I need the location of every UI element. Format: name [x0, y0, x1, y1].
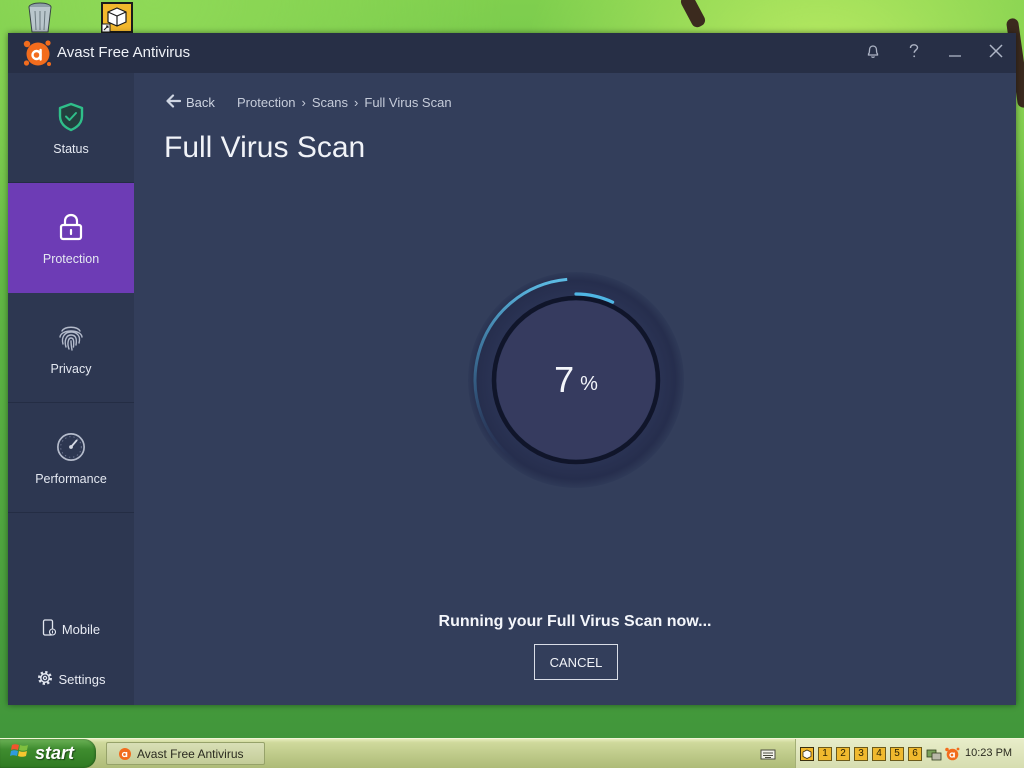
scan-status-text: Running your Full Virus Scan now... — [438, 613, 712, 630]
minimize-icon — [948, 43, 962, 64]
notifications-button[interactable] — [863, 43, 883, 63]
progress-value: 7 — [554, 359, 575, 400]
sidebar-item-privacy[interactable]: Privacy — [8, 293, 134, 403]
sidebar-item-label: Privacy — [50, 362, 92, 376]
avast-window: Avast Free Antivirus Status Protection P… — [8, 33, 1016, 705]
avast-icon — [118, 747, 132, 761]
workspace-4-button[interactable]: 4 — [872, 747, 886, 761]
main-panel: Back Protection › Scans › Full Virus Sca… — [134, 73, 1016, 705]
workspace-6-button[interactable]: 6 — [908, 747, 922, 761]
back-label: Back — [186, 94, 215, 110]
window-title: Avast Free Antivirus — [57, 44, 191, 61]
cancel-button[interactable]: CANCEL — [534, 644, 618, 680]
workspace-3-button[interactable]: 3 — [854, 747, 868, 761]
network-tray-icon[interactable] — [926, 746, 942, 767]
sidebar-item-performance[interactable]: Performance — [8, 403, 134, 513]
help-icon — [907, 43, 921, 64]
breadcrumb-item-scans[interactable]: Scans — [312, 95, 348, 110]
workspace-5-button[interactable]: 5 — [890, 747, 904, 761]
start-label: start — [35, 743, 75, 763]
minimize-button[interactable] — [945, 43, 965, 63]
sidebar: Status Protection Privacy Performance Mo… — [8, 73, 134, 705]
sidebar-item-protection[interactable]: Protection — [8, 183, 134, 293]
gauge-icon — [56, 432, 86, 462]
windows-logo-icon — [10, 742, 30, 765]
avast-tray-icon[interactable] — [944, 746, 960, 767]
keyboard-icon[interactable] — [760, 747, 776, 766]
taskbar-item-label: Avast Free Antivirus — [137, 746, 244, 761]
arrow-left-icon — [165, 93, 182, 112]
gear-icon — [37, 670, 53, 689]
progress-readout: 7 % — [466, 270, 686, 490]
mobile-icon — [42, 618, 56, 640]
taskbar-item-avast[interactable]: Avast Free Antivirus — [106, 742, 265, 765]
lock-icon — [56, 212, 86, 242]
page-title: Full Virus Scan — [164, 131, 366, 164]
breadcrumb-separator: › — [354, 94, 359, 110]
bell-icon — [865, 43, 881, 64]
sidebar-item-label: Performance — [35, 472, 107, 486]
sidebar-item-label: Mobile — [61, 621, 101, 637]
start-button[interactable]: start — [0, 739, 96, 768]
breadcrumb-item-protection[interactable]: Protection — [237, 95, 296, 110]
taskbar: start Avast Free Antivirus 1 2 3 4 5 6 1… — [0, 738, 1024, 768]
sidebar-item-status[interactable]: Status — [8, 73, 134, 183]
sidebar-item-label: Protection — [42, 252, 100, 266]
breadcrumb: Protection › Scans › Full Virus Scan — [237, 93, 452, 111]
progress-unit: % — [580, 372, 598, 395]
breadcrumb-separator: › — [301, 94, 306, 110]
desktop-branch — [678, 0, 708, 30]
package-shortcut-icon[interactable] — [101, 2, 133, 33]
fingerprint-icon — [56, 322, 86, 352]
workspace-2-button[interactable]: 2 — [836, 747, 850, 761]
breadcrumb-item-current: Full Virus Scan — [364, 94, 452, 110]
sidebar-item-label: Settings — [58, 671, 106, 687]
system-tray: 1 2 3 4 5 6 10:23 PM — [795, 739, 1024, 768]
sidebar-item-mobile[interactable]: Mobile — [8, 618, 134, 640]
shield-check-icon — [56, 102, 86, 132]
workspace-1-button[interactable]: 1 — [818, 747, 832, 761]
close-button[interactable] — [986, 43, 1006, 63]
sidebar-item-label: Status — [53, 142, 89, 156]
recycle-bin-icon[interactable] — [26, 1, 54, 33]
clock[interactable]: 10:23 PM — [965, 747, 1012, 760]
title-bar[interactable]: Avast Free Antivirus — [8, 33, 1016, 73]
close-icon — [988, 43, 1004, 64]
avast-logo — [21, 37, 53, 69]
package-tray-icon[interactable] — [800, 747, 814, 766]
help-button[interactable] — [904, 43, 924, 63]
sidebar-item-settings[interactable]: Settings — [8, 669, 134, 689]
back-button[interactable]: Back — [165, 93, 215, 111]
